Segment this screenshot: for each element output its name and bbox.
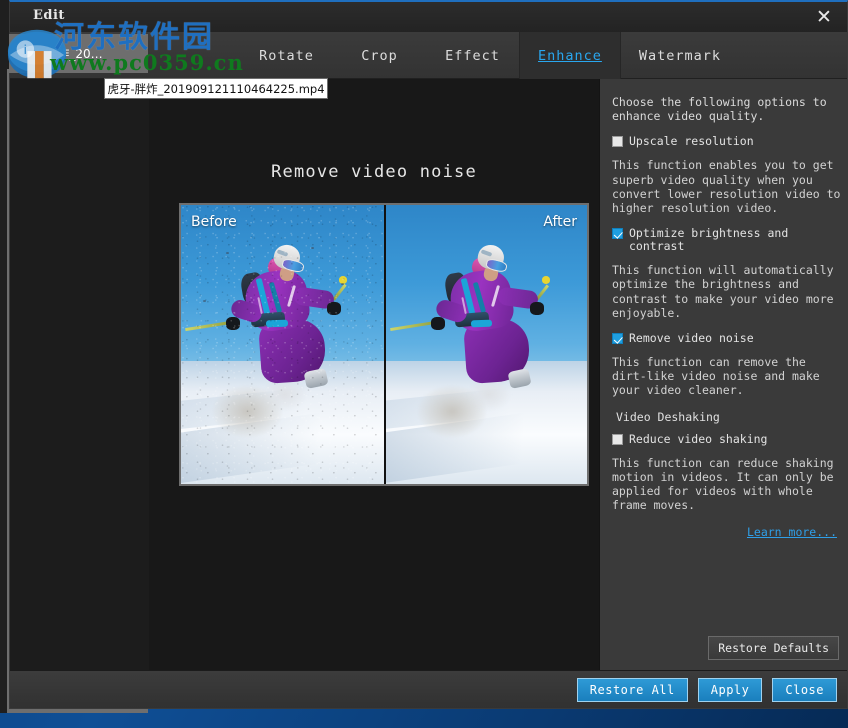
screen-root: Edit ✕ Rotate Crop Effect Enhance Waterm [0,0,848,728]
skier-figure [389,241,567,425]
tab-rotate-label: Rotate [259,47,314,64]
reduce-video-shaking-label: Reduce video shaking [629,431,768,446]
tab-watermark-label: Watermark [638,47,722,64]
optimize-brightness-label: Optimize brightness and contrast [629,226,789,254]
upscale-resolution-description: This function enables you to get superb … [612,158,841,216]
before-after-frame: Before After [179,203,589,486]
before-label: Before [191,214,237,230]
close-button[interactable]: Close [772,677,837,702]
optimize-brightness-description: This function will automatically optimiz… [612,263,834,320]
file-tooltip: 虎牙-胖炸_201909121110464225.mp4 [104,78,328,99]
upscale-resolution-label: Upscale resolution [629,134,754,149]
reduce-video-shaking-description: This function can reduce shaking motion … [612,455,834,513]
preview-area: Remove video noise Before After [149,79,599,673]
before-pane: Before [181,205,384,484]
preview-title: Remove video noise [271,162,477,182]
video-deshaking-header: Video Deshaking [616,409,720,424]
optimize-brightness-checkbox[interactable] [612,228,623,240]
file-tab[interactable]: 虎牙-胖炸_20… [9,34,148,73]
before-image [181,205,384,484]
option-reduce-video-shaking[interactable]: Reduce video shaking [612,431,841,446]
restore-defaults-button[interactable]: Restore Defaults [708,635,839,660]
tab-enhance-label: Enhance [538,47,602,64]
reduce-video-shaking-checkbox[interactable] [612,433,623,445]
enhance-options-panel: Choose the following options to enhance … [599,79,847,670]
tab-effect-label: Effect [445,47,500,64]
option-remove-video-noise[interactable]: Remove video noise [612,332,841,345]
tab-watermark[interactable]: Watermark [621,32,739,79]
edit-dialog: Edit ✕ Rotate Crop Effect Enhance Waterm [9,0,848,709]
tab-effect[interactable]: Effect [426,32,519,79]
close-icon[interactable]: ✕ [801,2,847,32]
remove-video-noise-description: This function can remove the dirt-like v… [612,355,820,398]
window-title: Edit [33,8,65,23]
upscale-resolution-checkbox[interactable] [612,136,623,148]
action-bar: Restore All Apply Close [10,670,847,708]
apply-button[interactable]: Apply [697,677,763,702]
remove-video-noise-checkbox[interactable] [612,333,623,345]
noise-overlay [181,205,384,484]
tab-list: Rotate Crop Effect Enhance Watermark [240,32,739,79]
after-label: After [543,214,577,230]
after-pane: After [384,205,587,484]
tab-crop[interactable]: Crop [333,32,426,79]
remove-video-noise-label: Remove video noise [629,331,754,346]
option-upscale-resolution[interactable]: Upscale resolution [612,135,841,148]
learn-more-row: Learn more... [612,525,841,539]
restore-all-button[interactable]: Restore All [576,677,688,702]
after-image [386,205,587,484]
options-intro: Choose the following options to enhance … [612,95,827,124]
tab-crop-label: Crop [361,47,398,64]
learn-more-link[interactable]: Learn more... [747,525,837,539]
tab-enhance[interactable]: Enhance [519,32,621,79]
tab-rotate[interactable]: Rotate [240,32,333,79]
title-bar: Edit ✕ [10,2,847,32]
option-optimize-brightness[interactable]: Optimize brightness and contrast [612,227,841,253]
